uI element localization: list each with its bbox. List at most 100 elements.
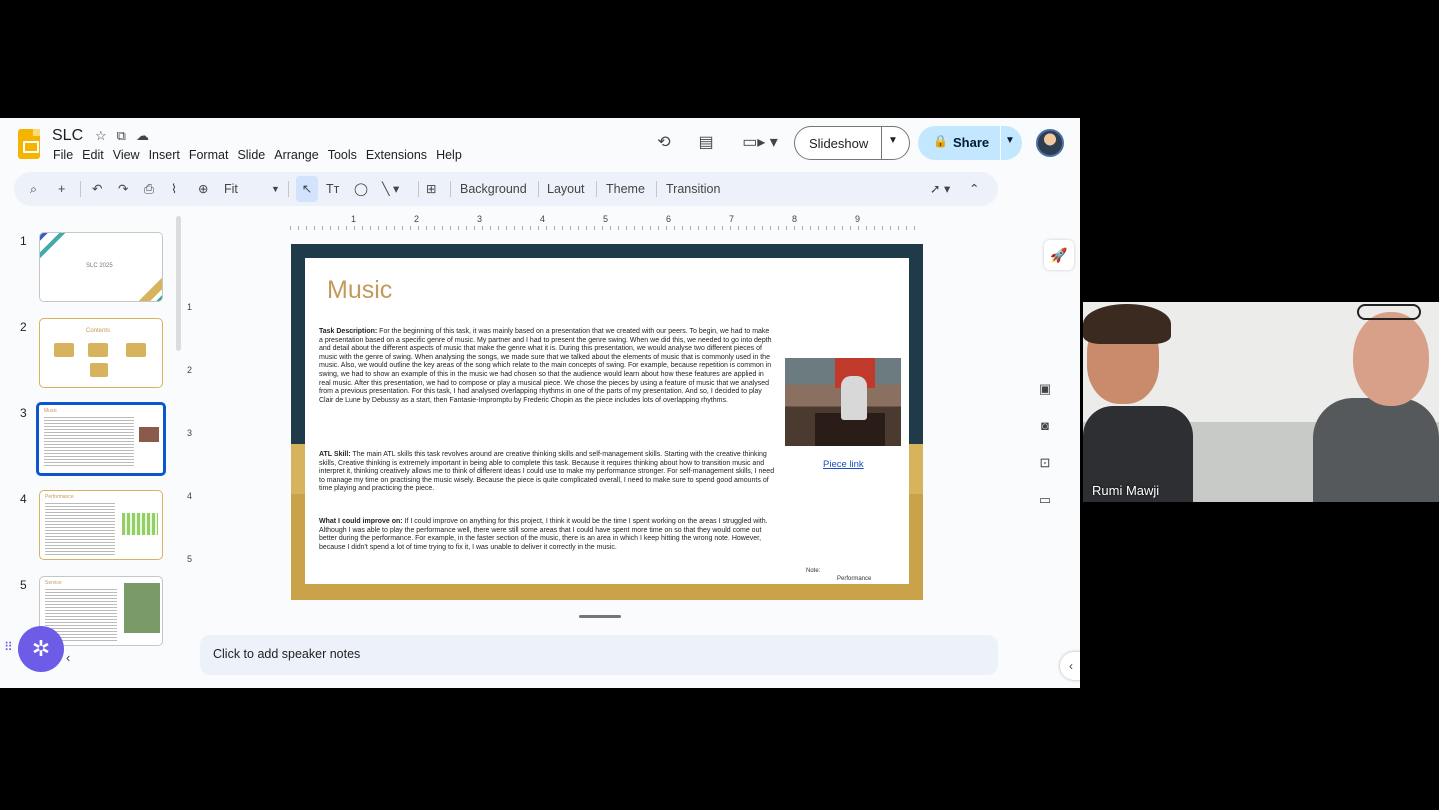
search-menus-icon[interactable]: ⌕ — [30, 180, 37, 198]
text-box-icon[interactable]: Tт — [326, 180, 339, 198]
share-label: Share — [953, 135, 990, 150]
ruler-tick-label: 6 — [666, 214, 672, 224]
move-folder-icon[interactable]: ⧉ — [117, 128, 126, 144]
slide-thumbnail-1[interactable]: SLC 2025 — [39, 232, 163, 302]
ruler-tick-label: 3 — [187, 428, 193, 438]
thumb-photo — [139, 427, 159, 442]
toolbar-divider — [596, 181, 597, 197]
star-icon[interactable]: ☆ — [95, 128, 107, 144]
slide-thumbnail-3[interactable]: Music — [36, 402, 166, 476]
thumb-label: Performance — [45, 494, 74, 500]
thumb-number: 3 — [20, 406, 27, 420]
meet-camera-icon[interactable]: ▭▸ ▾ — [740, 131, 780, 155]
new-slide-icon[interactable]: + — [58, 180, 65, 198]
slide-thumbnail-2[interactable]: Contents — [39, 318, 163, 388]
vertical-ruler: 1 2 3 4 5 — [183, 240, 197, 610]
slideshow-button[interactable]: Slideshow ▼ — [794, 126, 910, 160]
gemini-assistant-icon[interactable]: ✲ — [18, 626, 64, 672]
menu-arrange[interactable]: Arrange — [274, 148, 327, 162]
add-comment-icon[interactable]: ⊞ — [426, 180, 436, 198]
layout-button[interactable]: Layout — [547, 180, 585, 198]
menu-file[interactable]: File — [53, 148, 82, 162]
slides-logo-icon[interactable] — [18, 129, 40, 159]
print-icon[interactable]: ⎙ — [144, 180, 154, 198]
thumb-box — [90, 363, 108, 377]
collapse-toolbar-icon[interactable]: ⌃ — [969, 180, 979, 198]
undo-icon[interactable]: ↶ — [92, 180, 102, 198]
menu-help[interactable]: Help — [436, 148, 471, 162]
select-tool-icon[interactable]: ↖ — [296, 176, 318, 202]
menu-insert[interactable]: Insert — [149, 148, 189, 162]
slide-canvas[interactable]: Music Task Description: For the beginnin… — [291, 244, 923, 600]
slide-filmstrip: 1 SLC 2025 2 Contents 3 Music 4 Performa… — [0, 218, 190, 646]
ruler-tick-label: 5 — [603, 214, 609, 224]
piece-link[interactable]: Piece link — [823, 459, 864, 470]
paint-format-icon[interactable]: ⌇ — [171, 180, 177, 198]
share-dropdown-icon[interactable]: ▼ — [1005, 135, 1015, 146]
keep-notes-icon[interactable]: ▣ — [1034, 378, 1056, 400]
ruler-tick-label: 5 — [187, 554, 193, 564]
improve-text[interactable]: What I could improve on: If I could impr… — [319, 518, 775, 552]
slide-content-area: Music Task Description: For the beginnin… — [305, 258, 909, 584]
redo-icon[interactable]: ↷ — [118, 180, 128, 198]
zoom-dropdown-icon[interactable]: ▼ — [271, 180, 280, 198]
atl-body: The main ATL skills this task revolves a… — [319, 451, 775, 493]
notes-resize-handle[interactable] — [579, 615, 621, 618]
pointer-mode-icon[interactable]: ➚ ▾ — [930, 180, 950, 198]
thumb-text-lines — [44, 417, 134, 467]
document-title[interactable]: SLC — [52, 127, 83, 145]
thumb-photo — [124, 583, 160, 633]
cloud-status-icon[interactable]: ☁ — [136, 128, 149, 144]
zoom-icon[interactable]: ⊕ — [198, 180, 208, 198]
transition-button[interactable]: Transition — [666, 180, 720, 198]
speaker-notes[interactable]: Click to add speaker notes — [200, 635, 998, 675]
zoom-select[interactable]: Fit — [224, 180, 238, 198]
toolbar-divider — [80, 181, 81, 197]
filmstrip-scrollbar[interactable] — [176, 216, 181, 351]
version-history-icon[interactable]: ⟲ — [652, 131, 676, 155]
thumb-number: 5 — [20, 578, 27, 592]
share-divider — [1000, 126, 1001, 160]
theme-button[interactable]: Theme — [606, 180, 645, 198]
collapse-filmstrip-icon[interactable]: ‹ — [66, 650, 70, 665]
task-description-text[interactable]: Task Description: For the beginning of t… — [319, 328, 775, 405]
expand-side-panel-icon[interactable]: ‹ — [1060, 652, 1080, 680]
participant-video-right — [1313, 302, 1439, 502]
menu-format[interactable]: Format — [189, 148, 238, 162]
account-avatar[interactable] — [1036, 129, 1064, 157]
menu-slide[interactable]: Slide — [237, 148, 274, 162]
slide-title[interactable]: Music — [327, 276, 392, 305]
folder-icon[interactable]: ▭ — [1034, 489, 1056, 511]
menu-tools[interactable]: Tools — [328, 148, 366, 162]
thumb-box — [126, 343, 146, 357]
task-body: For the beginning of this task, it was m… — [319, 328, 772, 404]
ruler-tick-label: 1 — [187, 302, 193, 312]
photo-pianist — [841, 376, 867, 420]
thumb-label: Contents — [86, 328, 111, 334]
note-label: Note: — [806, 568, 821, 574]
menu-view[interactable]: View — [113, 148, 149, 162]
background-button[interactable]: Background — [460, 180, 527, 198]
ruler-tick-label: 1 — [351, 214, 357, 224]
share-button[interactable]: 🔒 Share ▼ — [918, 126, 1022, 160]
explore-rocket-icon[interactable]: 🚀 — [1044, 240, 1074, 270]
slides-app-window: SLC ☆ ⧉ ☁ File Edit View Insert Format S… — [0, 118, 1080, 688]
ruler-tick-label: 3 — [477, 214, 483, 224]
menu-extensions[interactable]: Extensions — [366, 148, 436, 162]
atl-skill-text[interactable]: ATL Skill: The main ATL skills this task… — [319, 451, 775, 494]
contacts-icon[interactable]: ⊡ — [1034, 452, 1056, 474]
thumb-number: 2 — [20, 320, 27, 334]
improve-heading: What I could improve on: — [319, 518, 403, 525]
drag-dots-icon[interactable]: ⠿ — [4, 640, 13, 654]
tasks-icon[interactable]: ◙ — [1034, 415, 1056, 437]
toolbar-divider — [418, 181, 419, 197]
line-icon[interactable]: ╲ ▾ — [382, 180, 399, 198]
piano-photo[interactable] — [785, 358, 901, 446]
slide-thumbnail-4[interactable]: Performance — [39, 490, 163, 560]
comments-icon[interactable]: ▤ — [694, 131, 718, 155]
slideshow-dropdown-icon[interactable]: ▼ — [888, 135, 898, 146]
shape-icon[interactable]: ◯ — [354, 180, 368, 198]
participant-glasses — [1357, 304, 1421, 320]
video-call-tile: Rumi Mawji — [1083, 302, 1439, 502]
menu-edit[interactable]: Edit — [82, 148, 113, 162]
